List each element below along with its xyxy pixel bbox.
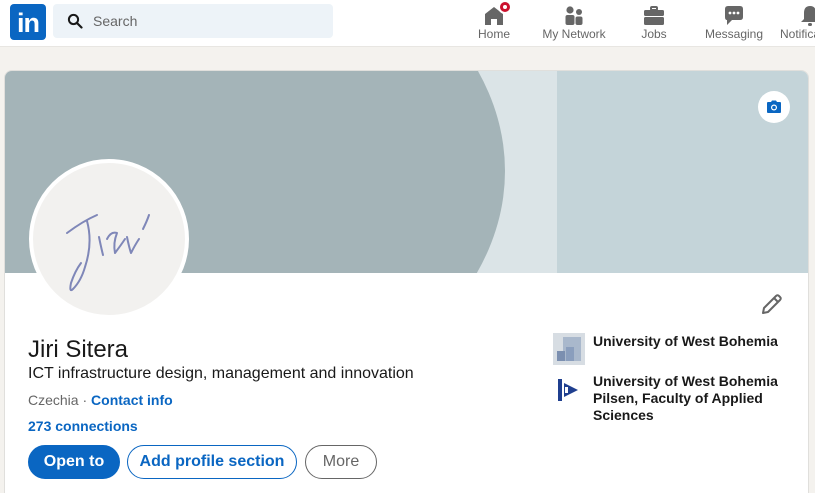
top-navigation-bar: in Home My Network Jobs: [0, 0, 815, 47]
connections-link[interactable]: 273 connections: [28, 418, 138, 434]
organization-label: University of West Bohemia Pilsen, Facul…: [593, 373, 778, 423]
nav-item-messaging[interactable]: Messaging: [702, 0, 766, 47]
briefcase-icon: [644, 6, 664, 25]
signature-image: [66, 214, 150, 292]
search-input[interactable]: [93, 4, 323, 38]
location-text: Czechia: [28, 392, 79, 408]
nav-label-home: Home: [477, 27, 510, 41]
nav-item-jobs[interactable]: Jobs: [626, 0, 682, 47]
nav-label-messaging: Messaging: [704, 27, 764, 41]
nav-item-notifications[interactable]: Notifications: [780, 0, 815, 47]
add-profile-section-button[interactable]: Add profile section: [127, 445, 297, 479]
separator-dot: ·: [78, 392, 92, 408]
edit-profile-pencil-icon[interactable]: [757, 291, 785, 319]
search-box[interactable]: [53, 4, 333, 38]
bell-icon: [801, 6, 815, 26]
more-button[interactable]: More: [305, 445, 377, 479]
nav-label-jobs: Jobs: [641, 27, 667, 41]
profile-headline: ICT infrastructure design, management an…: [28, 365, 414, 382]
profile-photo[interactable]: [29, 159, 189, 319]
contact-info-link[interactable]: Contact info: [91, 392, 173, 408]
camera-icon: [767, 100, 781, 113]
nav-item-my-network[interactable]: My Network: [538, 0, 610, 47]
profile-name: Jiri Sitera: [28, 336, 129, 363]
edit-banner-button[interactable]: [758, 91, 790, 123]
nav-item-home[interactable]: Home: [466, 0, 522, 47]
nav-label-notifications: Notifications: [780, 27, 815, 41]
linkedin-logo[interactable]: in: [10, 4, 46, 40]
search-icon: [67, 13, 83, 29]
faculty-logo-icon: [558, 379, 578, 401]
organization-item-university[interactable]: University of West Bohemia: [553, 333, 793, 365]
notification-badge: [498, 0, 512, 14]
messaging-icon: [725, 6, 743, 25]
organization-item-faculty[interactable]: University of West Bohemia Pilsen, Facul…: [553, 373, 793, 429]
open-to-button[interactable]: Open to: [28, 445, 120, 479]
location-row: Czechia · Contact info: [28, 392, 173, 408]
profile-card: Jiri Sitera ICT infrastructure design, m…: [4, 70, 809, 493]
university-logo-icon: [553, 333, 585, 365]
network-icon: [565, 6, 583, 25]
organization-label: University of West Bohemia: [593, 333, 778, 349]
nav-label-my-network: My Network: [542, 27, 606, 41]
